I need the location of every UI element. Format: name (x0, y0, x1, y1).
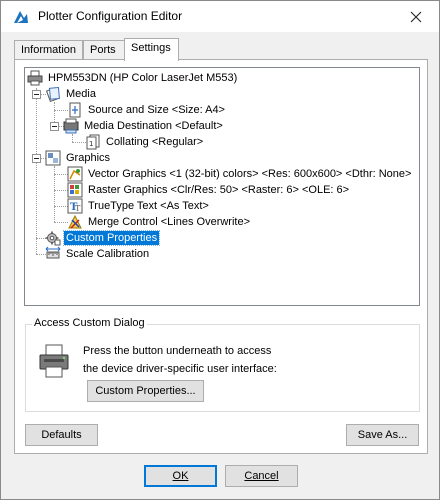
paper-size-icon (69, 102, 81, 118)
collating-icon: 1 (86, 134, 100, 150)
tree-item-label: Graphics (66, 152, 111, 164)
title-bar: Plotter Configuration Editor (1, 1, 439, 32)
tree-item-scale-calibration[interactable]: Scale Calibration (45, 246, 151, 262)
vector-graphics-icon (67, 166, 83, 182)
tree-connector (72, 142, 86, 143)
cancel-button-label: Cancel (244, 470, 279, 482)
tree-connector (72, 134, 73, 142)
tree-connector (36, 88, 37, 254)
printer-icon (39, 344, 69, 378)
tab-settings[interactable]: Settings (124, 38, 179, 61)
app-logo-icon (14, 11, 28, 23)
tree-item-collating[interactable]: 1 Collating <Regular> (85, 134, 205, 150)
tab-ports[interactable]: Ports (83, 40, 125, 60)
svg-text:T: T (75, 204, 81, 213)
tree-connector (54, 222, 68, 223)
ok-button-label: OK (172, 470, 189, 482)
collapse-graphics-toggle[interactable] (32, 154, 41, 163)
tree-item-label: Vector Graphics <1 (32-bit) colors> <Res… (88, 168, 412, 180)
group-description: Press the button underneath to access th… (83, 342, 277, 378)
cancel-button[interactable]: Cancel (225, 465, 298, 487)
tree-item-label: Collating <Regular> (106, 136, 204, 148)
ok-button[interactable]: OK (144, 465, 217, 487)
group-line-2: the device driver-specific user interfac… (83, 363, 277, 375)
collapse-destination-toggle[interactable] (50, 122, 59, 131)
settings-tree[interactable]: HPM553DN (HP Color LaserJet M553) Media … (24, 67, 420, 306)
tree-item-graphics[interactable]: Graphics (45, 150, 112, 166)
svg-text:1: 1 (89, 140, 93, 148)
tree-item-source-size[interactable]: Source and Size <Size: A4> (67, 102, 227, 118)
merge-control-icon (68, 214, 82, 229)
settings-panel: HPM553DN (HP Color LaserJet M553) Media … (14, 59, 428, 454)
tree-item-label: Media (66, 88, 96, 100)
collapse-media-toggle[interactable] (32, 90, 41, 99)
tab-label: Settings (131, 42, 171, 54)
tree-item-vector-graphics[interactable]: Vector Graphics <1 (32-bit) colors> <Res… (67, 166, 413, 182)
window-title: Plotter Configuration Editor (38, 9, 183, 23)
tab-information[interactable]: Information (14, 40, 83, 60)
access-custom-dialog-group: Access Custom Dialog Press the button un… (25, 317, 420, 412)
tree-item-label: Merge Control <Lines Overwrite> (88, 216, 251, 228)
close-button[interactable] (393, 1, 439, 32)
tree-connector (54, 206, 68, 207)
tree-connector (54, 190, 68, 191)
tree-item-label: HPM553DN (HP Color LaserJet M553) (48, 72, 238, 84)
save-as-button[interactable]: Save As... (346, 424, 419, 446)
tree-item-label: TrueType Text <As Text> (88, 200, 209, 212)
printer-icon (27, 70, 43, 86)
media-icon (45, 86, 60, 102)
truetype-icon: T T (67, 198, 83, 214)
graphics-icon (45, 150, 61, 166)
tree-item-merge-control[interactable]: Merge Control <Lines Overwrite> (67, 214, 252, 230)
tree-item-media-destination[interactable]: Media Destination <Default> (63, 118, 225, 134)
tree-item-label: Raster Graphics <Clr/Res: 50> <Raster: 6… (88, 184, 350, 196)
tab-label: Ports (90, 44, 116, 56)
group-line-1: Press the button underneath to access (83, 345, 272, 357)
tree-connector (54, 110, 68, 111)
output-tray-icon (63, 118, 79, 134)
scale-calibration-icon (45, 246, 61, 259)
group-title: Access Custom Dialog (32, 317, 147, 329)
tree-item-label: Scale Calibration (66, 248, 150, 260)
custom-properties-button[interactable]: Custom Properties... (87, 380, 204, 402)
close-icon (410, 11, 422, 22)
tree-item-label: Source and Size <Size: A4> (88, 104, 225, 116)
tree-item-custom-properties[interactable]: Custom Properties (45, 230, 161, 246)
defaults-button[interactable]: Defaults (25, 424, 98, 446)
tree-item-root[interactable]: HPM553DN (HP Color LaserJet M553) (27, 70, 239, 86)
tree-item-raster-graphics[interactable]: Raster Graphics <Clr/Res: 50> <Raster: 6… (67, 182, 351, 198)
tree-item-label: Custom Properties (62, 230, 161, 246)
tab-label: Information (21, 44, 77, 56)
tree-item-truetype-text[interactable]: T T TrueType Text <As Text> (67, 198, 211, 214)
plotter-config-window: Plotter Configuration Editor Information… (0, 0, 440, 500)
custom-properties-icon (45, 231, 61, 246)
tree-item-media[interactable]: Media (45, 86, 98, 102)
tree-connector (54, 174, 68, 175)
tree-item-label: Media Destination <Default> (84, 120, 223, 132)
raster-graphics-icon (67, 182, 83, 198)
